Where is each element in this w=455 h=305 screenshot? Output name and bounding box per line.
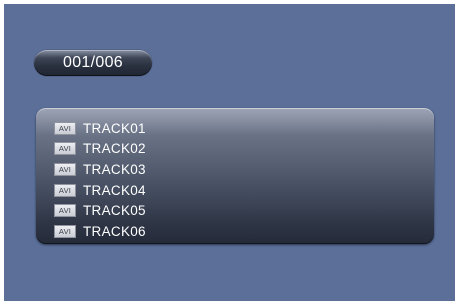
track-label: TRACK05 <box>83 203 146 219</box>
list-item-track03[interactable]: AVI TRACK03 <box>54 159 146 180</box>
track-counter-badge: 001/006 <box>34 50 152 76</box>
list-item-track01[interactable]: AVI TRACK01 <box>54 118 146 139</box>
list-item-track02[interactable]: AVI TRACK02 <box>54 139 146 160</box>
track-label: TRACK06 <box>83 223 146 239</box>
file-list: AVI TRACK01 AVI TRACK02 AVI TRACK03 AVI … <box>54 118 146 242</box>
avi-file-icon: AVI <box>54 142 76 156</box>
track-label: TRACK03 <box>83 161 146 177</box>
avi-file-icon: AVI <box>54 224 76 238</box>
avi-file-icon: AVI <box>54 121 76 135</box>
list-item-track04[interactable]: AVI TRACK04 <box>54 180 146 201</box>
track-label: TRACK04 <box>83 182 146 198</box>
avi-file-icon: AVI <box>54 204 76 218</box>
list-item-track06[interactable]: AVI TRACK06 <box>54 221 146 242</box>
file-list-panel: AVI TRACK01 AVI TRACK02 AVI TRACK03 AVI … <box>36 108 434 244</box>
list-item-track05[interactable]: AVI TRACK05 <box>54 200 146 221</box>
track-counter-text: 001/006 <box>63 54 123 71</box>
track-label: TRACK01 <box>83 120 146 136</box>
track-label: TRACK02 <box>83 141 146 157</box>
avi-file-icon: AVI <box>54 183 76 197</box>
avi-file-icon: AVI <box>54 162 76 176</box>
media-player-screen: 001/006 AVI TRACK01 AVI TRACK02 AVI TRAC… <box>4 4 455 301</box>
